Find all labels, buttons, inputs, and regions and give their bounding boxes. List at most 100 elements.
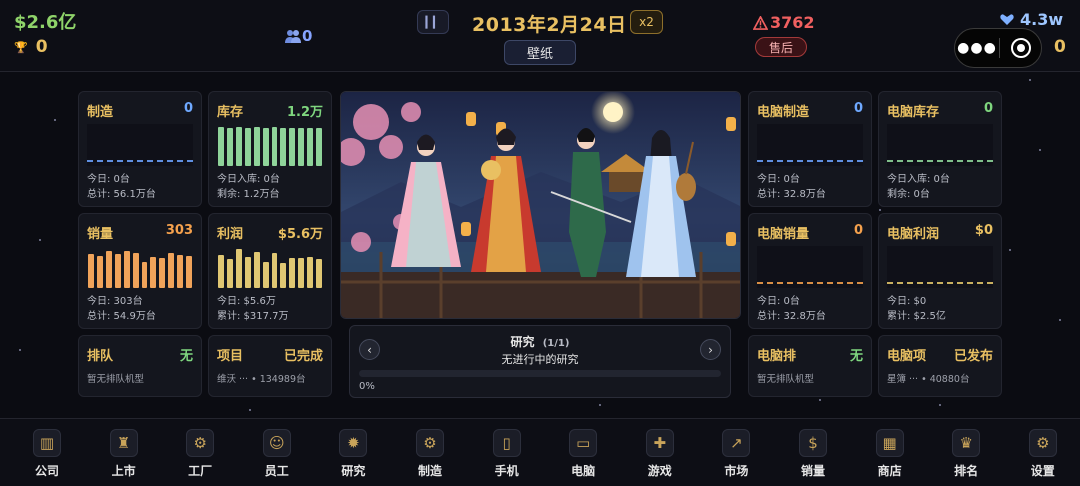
card-header: 电脑制造 0 bbox=[757, 101, 863, 120]
nav-tab-label: 手机 bbox=[494, 464, 519, 478]
wallpaper-button[interactable]: 壁纸 bbox=[504, 40, 576, 65]
pc-summary-card[interactable]: 电脑排 无暂无排队机型 bbox=[748, 335, 872, 397]
pc-stat-card[interactable]: 电脑制造 0 今日: 0台总计: 32.8万台 bbox=[748, 91, 872, 207]
nav-tab-factory[interactable]: ⚙ 工厂 bbox=[165, 419, 235, 486]
chart-baseline bbox=[757, 160, 863, 162]
nav-tab-manufacture[interactable]: ⚙ 制造 bbox=[395, 419, 465, 486]
pc-stat-card[interactable]: 电脑销量 0 今日: 0台 总计: 32.8万台 bbox=[748, 213, 872, 329]
warning-icon bbox=[753, 15, 768, 30]
card-mini-chart bbox=[87, 124, 193, 166]
nav-tab-employee[interactable]: ☺ 员工 bbox=[242, 419, 312, 486]
nav-tab-market[interactable]: ↗ 市场 bbox=[701, 419, 771, 486]
nav-tab-store[interactable]: ▦ 商店 bbox=[855, 419, 925, 486]
settings-icon: ⚙ bbox=[1028, 429, 1057, 457]
nav-tab-research[interactable]: ✹ 研究 bbox=[318, 419, 388, 486]
card-line-total: 剩余: 0台 bbox=[887, 189, 930, 200]
phone-summary-card[interactable]: 排队 无暂无排队机型 bbox=[78, 335, 202, 397]
pc-stat-card[interactable]: 电脑利润 $0 今日: $0 累计: $2.5亿 bbox=[878, 213, 1002, 329]
warning-counter[interactable]: 3762 bbox=[753, 13, 815, 32]
chart-bar bbox=[132, 253, 139, 288]
card-title: 电脑项 bbox=[887, 349, 927, 364]
card-subtext: 星簿 ··· • 40880台 bbox=[887, 374, 970, 385]
warning-count: 3762 bbox=[770, 13, 815, 32]
card-mini-chart bbox=[757, 124, 863, 166]
card-mini-chart bbox=[757, 246, 863, 288]
card-line-total: 总计: 32.8万台 bbox=[757, 189, 826, 200]
card-value: 0 bbox=[983, 101, 993, 116]
card-title: 排队 bbox=[87, 349, 114, 364]
nav-tab-listing[interactable]: ♜ 上市 bbox=[89, 419, 159, 486]
card-line-today: 今日: 0台 bbox=[757, 296, 800, 307]
card-header: 制造 0 bbox=[87, 101, 193, 120]
employee-count: 0 bbox=[302, 27, 313, 45]
chart-bar bbox=[114, 254, 121, 288]
money-display: $2.6亿 bbox=[14, 12, 77, 33]
card-value: 无 bbox=[849, 349, 863, 364]
nav-tab-label: 商店 bbox=[877, 464, 902, 478]
chart-baseline bbox=[887, 160, 993, 162]
card-line-today: 今日: 0台 bbox=[87, 174, 130, 185]
nav-tab-label: 员工 bbox=[264, 464, 289, 478]
nav-tab-settings[interactable]: ⚙ 设置 bbox=[1008, 419, 1078, 486]
chart-bar bbox=[253, 252, 260, 288]
card-title: 库存 bbox=[217, 105, 244, 120]
chart-bar bbox=[316, 258, 323, 288]
chart-bar bbox=[186, 256, 193, 288]
factory-icon: ⚙ bbox=[186, 429, 215, 457]
card-header: 项目 已完成 bbox=[217, 345, 323, 364]
nav-tab-sales[interactable]: $ 销量 bbox=[778, 419, 848, 486]
target-icon bbox=[1010, 38, 1031, 58]
nav-tab-label: 销量 bbox=[800, 464, 825, 478]
sales-icon: $ bbox=[799, 429, 827, 457]
close-program-button[interactable] bbox=[1000, 37, 1041, 59]
phone-stat-card[interactable]: 利润 $5.6万 今日: $5.6万 累计: $317.7万 bbox=[208, 213, 332, 329]
secondary-counter: 0 bbox=[1054, 37, 1066, 57]
nav-tab-gamepad[interactable]: ✚ 游戏 bbox=[625, 419, 695, 486]
more-menu-button[interactable]: ●●● bbox=[955, 40, 999, 56]
employee-counter[interactable]: 0 bbox=[285, 27, 312, 45]
nav-tab-ranking[interactable]: ♛ 排名 bbox=[931, 419, 1001, 486]
nav-tab-label: 制造 bbox=[417, 464, 442, 478]
card-value: $5.6万 bbox=[277, 227, 323, 242]
phone-stat-card[interactable]: 库存 1.2万 今日入库: 0台 剩余: 1.2万台 bbox=[208, 91, 332, 207]
card-line-today: 今日入库: 0台 bbox=[887, 174, 950, 185]
research-progress-label: 0% bbox=[359, 381, 375, 392]
research-header: 研究 (1/1) bbox=[350, 333, 730, 350]
nav-tab-company[interactable]: ▥ 公司 bbox=[12, 419, 82, 486]
pc-summary-card[interactable]: 电脑项 已发布星簿 ··· • 40880台 bbox=[878, 335, 1002, 397]
card-value: 已发布 bbox=[953, 349, 993, 364]
chart-bar bbox=[271, 253, 278, 288]
after-sales-button[interactable]: 售后 bbox=[755, 37, 807, 57]
wallpaper-artwork bbox=[340, 91, 741, 319]
card-line-total: 累计: $317.7万 bbox=[217, 311, 289, 322]
card-title: 电脑库存 bbox=[887, 105, 940, 120]
pc-stat-card[interactable]: 电脑库存 0 今日入库: 0台 剩余: 0台 bbox=[878, 91, 1002, 207]
phone-summary-card[interactable]: 项目 已完成 维沃 ··· • 134989台 bbox=[208, 335, 332, 397]
card-header: 销量 303 bbox=[87, 223, 193, 242]
gamepad-icon: ✚ bbox=[645, 429, 674, 457]
card-title: 项目 bbox=[217, 349, 244, 364]
chart-bar bbox=[298, 128, 305, 166]
card-header: 电脑项 已发布 bbox=[887, 345, 993, 364]
card-line-today: 今日: 0台 bbox=[757, 174, 800, 185]
chart-bar bbox=[280, 262, 287, 288]
chart-baseline bbox=[757, 282, 863, 284]
speed-button[interactable]: x2 bbox=[630, 10, 663, 34]
card-title: 电脑制造 bbox=[757, 105, 810, 120]
card-value: $0 bbox=[974, 223, 993, 238]
chart-bar bbox=[96, 256, 103, 288]
card-line-total: 总计: 56.1万台 bbox=[87, 189, 156, 200]
nav-tab-laptop[interactable]: ▭ 电脑 bbox=[548, 419, 618, 486]
phone-stat-card[interactable]: 销量 303 今日: 303台 总计: 54.9万台 bbox=[78, 213, 202, 329]
card-header: 电脑库存 0 bbox=[887, 101, 993, 120]
chart-bar bbox=[316, 128, 323, 166]
card-line-today: 今日入库: 0台 bbox=[217, 174, 280, 185]
card-line-total: 总计: 32.8万台 bbox=[757, 311, 826, 322]
card-mini-chart bbox=[217, 246, 323, 288]
research-progress-bar bbox=[359, 370, 721, 377]
pause-button[interactable]: ▎▎ bbox=[417, 10, 449, 34]
research-count: (1/1) bbox=[542, 338, 570, 349]
phone-stat-card[interactable]: 制造 0 今日: 0台总计: 56.1万台 bbox=[78, 91, 202, 207]
game-date: 2013年2月24日 bbox=[472, 14, 627, 36]
nav-tab-phone[interactable]: ▯ 手机 bbox=[472, 419, 542, 486]
